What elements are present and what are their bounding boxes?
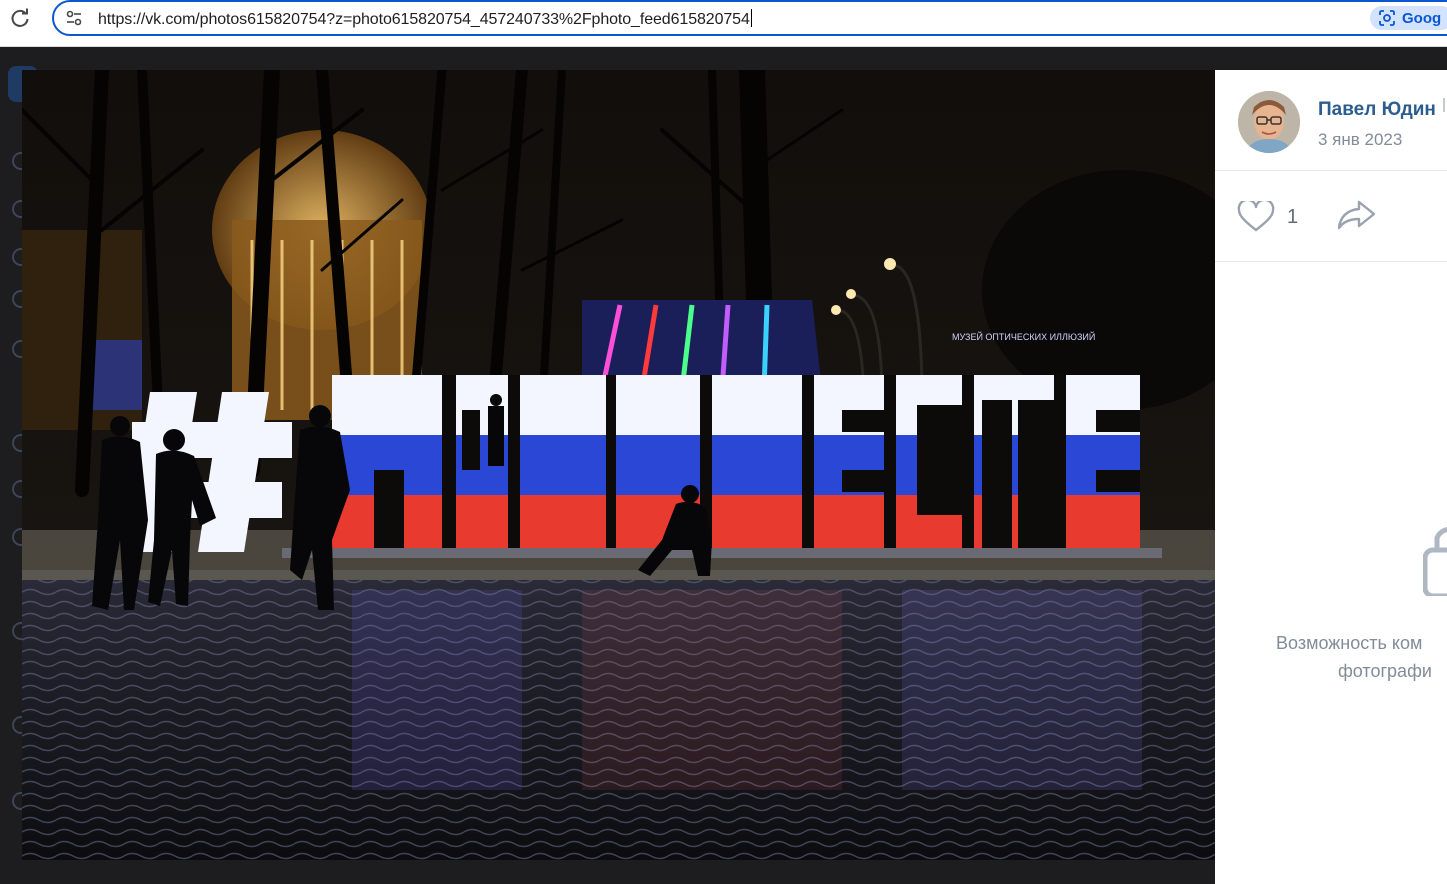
heart-icon [1237,201,1275,232]
share-arrow-icon [1337,200,1376,230]
lens-label: Goog [1402,9,1442,27]
author-name-link[interactable]: Павел Юдин [1318,99,1436,121]
author-avatar[interactable] [1238,91,1300,153]
google-lens-button[interactable]: Goog [1370,6,1447,30]
photo-viewer-image[interactable]: МУЗЕЙ ОПТИЧЕСКИХ ИЛЛЮЗИЙ [22,70,1215,860]
like-button[interactable]: 1 [1237,201,1298,233]
photo-info-panel: Павел Юдин 3 янв 2023 1 Возможность ком … [1215,70,1447,884]
browser-toolbar: https://vk.com/photos615820754?z=photo61… [0,0,1447,47]
lens-icon [1379,10,1395,26]
comments-closed-text-line2: фотографи [1338,661,1432,681]
post-date[interactable]: 3 янв 2023 [1318,130,1402,150]
comments-disabled-notice: Возможность ком фотографи [1215,510,1447,710]
more-indicator-icon [1443,98,1447,112]
photo-scene: МУЗЕЙ ОПТИЧЕСКИХ ИЛЛЮЗИЙ [22,70,1215,860]
reload-icon[interactable] [8,6,32,30]
site-info-icon[interactable] [64,8,84,28]
comments-closed-text-line1: Возможность ком [1276,633,1423,653]
like-count: 1 [1287,205,1299,228]
lock-icon [1423,527,1447,596]
avatar-illustration [1238,91,1300,153]
url-text[interactable]: https://vk.com/photos615820754?z=photo61… [98,9,752,29]
share-button[interactable] [1337,199,1377,236]
address-bar[interactable]: https://vk.com/photos615820754?z=photo61… [52,0,1447,36]
author-header: Павел Юдин 3 янв 2023 [1215,70,1447,171]
actions-bar: 1 [1215,171,1447,262]
sign-letters [332,375,1140,550]
background-sign-text: МУЗЕЙ ОПТИЧЕСКИХ ИЛЛЮЗИЙ [952,331,1095,342]
